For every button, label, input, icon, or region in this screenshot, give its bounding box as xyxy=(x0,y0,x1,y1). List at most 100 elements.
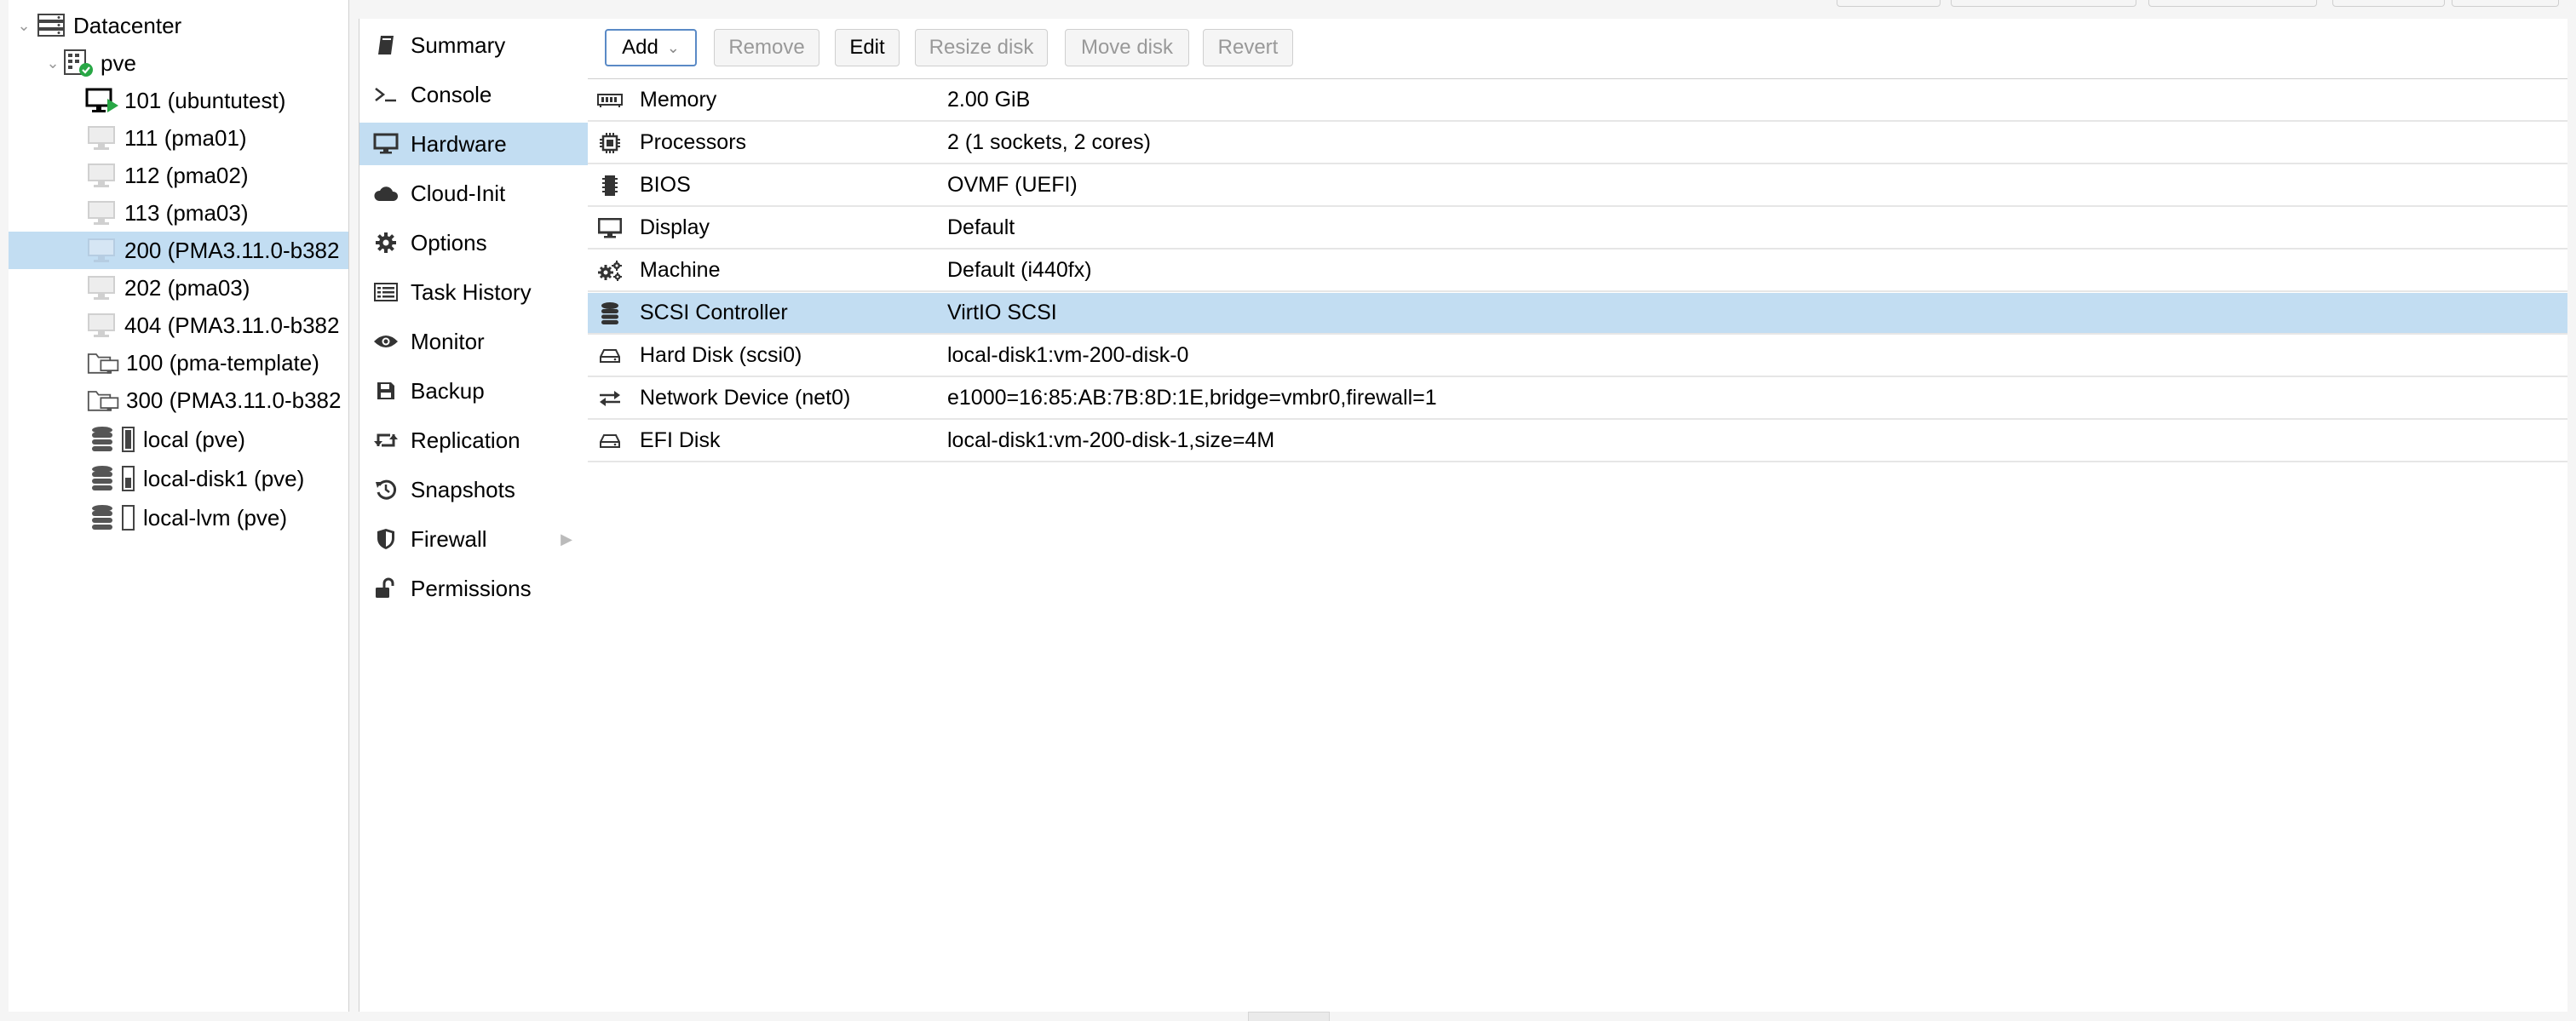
tree-item-vm[interactable]: 404 (PMA3.11.0-b382 xyxy=(9,307,348,344)
vm-stopped-icon xyxy=(85,235,119,266)
tree-label: local (pve) xyxy=(143,426,245,452)
hardware-row-network-device[interactable]: Network Device (net0) e1000=16:85:AB:7B:… xyxy=(588,378,2567,420)
server-rack-icon xyxy=(34,10,68,41)
log-panel-resize-handle[interactable] xyxy=(1248,1012,1330,1021)
revert-button-label: Revert xyxy=(1217,36,1279,59)
hardware-row-hard-disk[interactable]: Hard Disk (scsi0) local-disk1:vm-200-dis… xyxy=(588,336,2567,377)
tree-item-storage[interactable]: local-lvm (pve) xyxy=(9,499,348,536)
nav-item-backup[interactable]: Backup xyxy=(359,370,588,412)
nav-item-permissions[interactable]: Permissions xyxy=(359,567,588,610)
unlock-icon xyxy=(371,577,400,599)
hardware-row-name: Memory xyxy=(640,88,717,112)
microchip-icon xyxy=(595,175,625,197)
nav-label: Permissions xyxy=(411,575,532,601)
hardware-row-name: Machine xyxy=(640,258,721,282)
tree-label: 112 (pma02) xyxy=(124,162,249,188)
nav-item-console[interactable]: Console xyxy=(359,73,588,116)
top-toolbar-button-1[interactable] xyxy=(1837,0,1941,7)
top-toolbar-button-4[interactable] xyxy=(2332,0,2445,7)
tree-node-pve[interactable]: ⌄ pve xyxy=(9,44,348,82)
hardware-row-value: 2.00 GiB xyxy=(947,88,1031,112)
desktop-icon xyxy=(371,133,400,155)
hardware-row-value: e1000=16:85:AB:7B:8D:1E,bridge=vmbr0,fir… xyxy=(947,386,1437,410)
tree-item-vm-selected[interactable]: 200 (PMA3.11.0-b382 xyxy=(9,232,348,269)
nav-item-snapshots[interactable]: Snapshots xyxy=(359,468,588,511)
move-disk-button[interactable]: Move disk xyxy=(1065,29,1189,66)
hardware-row-processors[interactable]: Processors 2 (1 sockets, 2 cores) xyxy=(588,123,2567,164)
hardware-row-name: BIOS xyxy=(640,173,691,197)
hardware-row-efi-disk[interactable]: EFI Disk local-disk1:vm-200-disk-1,size=… xyxy=(588,421,2567,462)
tree-item-vm[interactable]: 111 (pma01) xyxy=(9,119,348,157)
nav-label: Firewall xyxy=(411,525,487,552)
node-online-icon xyxy=(61,48,95,78)
nav-item-task-history[interactable]: Task History xyxy=(359,271,588,313)
submenu-arrow-icon: ▶ xyxy=(561,530,572,548)
top-toolbar-button-2[interactable] xyxy=(1951,0,2136,7)
tree-label: 202 (pma03) xyxy=(124,274,250,301)
remove-button[interactable]: Remove xyxy=(714,29,819,66)
vm-stopped-icon xyxy=(85,310,119,341)
tree-node-datacenter[interactable]: ⌄ Datacenter xyxy=(9,7,348,44)
nav-label: Snapshots xyxy=(411,476,515,502)
resize-disk-button[interactable]: Resize disk xyxy=(915,29,1048,66)
vm-running-icon xyxy=(85,85,119,116)
eye-icon xyxy=(371,333,400,350)
nav-item-monitor[interactable]: Monitor xyxy=(359,320,588,363)
hardware-row-memory[interactable]: Memory 2.00 GiB xyxy=(588,80,2567,122)
hardware-row-value: Default xyxy=(947,215,1015,239)
vm-config-nav: Summary Console Hardware Cloud-Init Opti… xyxy=(359,19,589,1012)
tree-label: 101 (ubuntutest) xyxy=(124,87,286,113)
top-toolbar-button-5[interactable] xyxy=(2452,0,2559,7)
hardware-row-scsi-controller[interactable]: SCSI Controller VirtIO SCSI xyxy=(588,293,2567,335)
tree-item-vm[interactable]: 112 (pma02) xyxy=(9,157,348,194)
list-icon xyxy=(371,283,400,301)
resize-disk-button-label: Resize disk xyxy=(929,36,1034,59)
nav-item-replication[interactable]: Replication xyxy=(359,419,588,462)
edit-button[interactable]: Edit xyxy=(835,29,900,66)
tree-item-vm[interactable]: 202 (pma03) xyxy=(9,269,348,307)
hardware-row-value: OVMF (UEFI) xyxy=(947,173,1078,197)
move-disk-button-label: Move disk xyxy=(1080,36,1174,59)
template-icon xyxy=(87,385,121,416)
nav-item-firewall[interactable]: Firewall ▶ xyxy=(359,518,588,560)
tree-item-storage[interactable]: local (pve) xyxy=(9,421,348,458)
tree-item-template[interactable]: 100 (pma-template) xyxy=(9,344,348,381)
nav-label: Summary xyxy=(411,32,506,58)
monitor-icon xyxy=(595,217,625,238)
hardware-row-name: Network Device (net0) xyxy=(640,386,851,410)
tree-item-storage[interactable]: local-disk1 (pve) xyxy=(9,460,348,497)
collapse-chevron-icon[interactable]: ⌄ xyxy=(15,17,32,34)
nav-item-cloud-init[interactable]: Cloud-Init xyxy=(359,172,588,215)
cogs-icon xyxy=(595,260,625,282)
vm-stopped-icon xyxy=(85,160,119,191)
add-button[interactable]: Add ⌄ xyxy=(605,29,697,66)
top-toolbar-button-3[interactable] xyxy=(2148,0,2317,7)
hardware-row-value: 2 (1 sockets, 2 cores) xyxy=(947,130,1151,154)
tree-item-vm[interactable]: 101 (ubuntutest) xyxy=(9,82,348,119)
retweet-icon xyxy=(371,431,400,450)
chevron-down-icon: ⌄ xyxy=(666,38,680,56)
tree-item-vm[interactable]: 113 (pma03) xyxy=(9,194,348,232)
nav-label: Replication xyxy=(411,427,520,453)
hardware-row-machine[interactable]: Machine Default (i440fx) xyxy=(588,250,2567,292)
collapse-chevron-icon[interactable]: ⌄ xyxy=(44,54,61,72)
hardware-row-bios[interactable]: BIOS OVMF (UEFI) xyxy=(588,165,2567,207)
revert-button[interactable]: Revert xyxy=(1203,29,1293,66)
hardware-row-name: Display xyxy=(640,215,710,239)
nav-label: Hardware xyxy=(411,130,507,157)
nav-item-hardware[interactable]: Hardware xyxy=(359,123,588,165)
nav-label: Options xyxy=(411,229,487,255)
nav-item-options[interactable]: Options xyxy=(359,221,588,264)
hardware-panel: Add ⌄ Remove Edit Resize disk Move disk … xyxy=(588,19,2567,1012)
nav-item-summary[interactable]: Summary xyxy=(359,24,588,66)
tree-label: 300 (PMA3.11.0-b382 xyxy=(126,387,342,413)
gear-icon xyxy=(371,232,400,254)
hardware-row-display[interactable]: Display Default xyxy=(588,208,2567,250)
tree-label: local-disk1 (pve) xyxy=(143,465,305,491)
resource-tree: ⌄ Datacenter ⌄ pve 101 (ubuntutest) 111 … xyxy=(9,0,349,1012)
hdd-icon xyxy=(595,433,625,450)
tree-label: 404 (PMA3.11.0-b382 xyxy=(124,312,340,338)
tree-item-template[interactable]: 300 (PMA3.11.0-b382 xyxy=(9,381,348,419)
database-icon xyxy=(595,301,625,325)
vm-stopped-icon xyxy=(85,198,119,228)
